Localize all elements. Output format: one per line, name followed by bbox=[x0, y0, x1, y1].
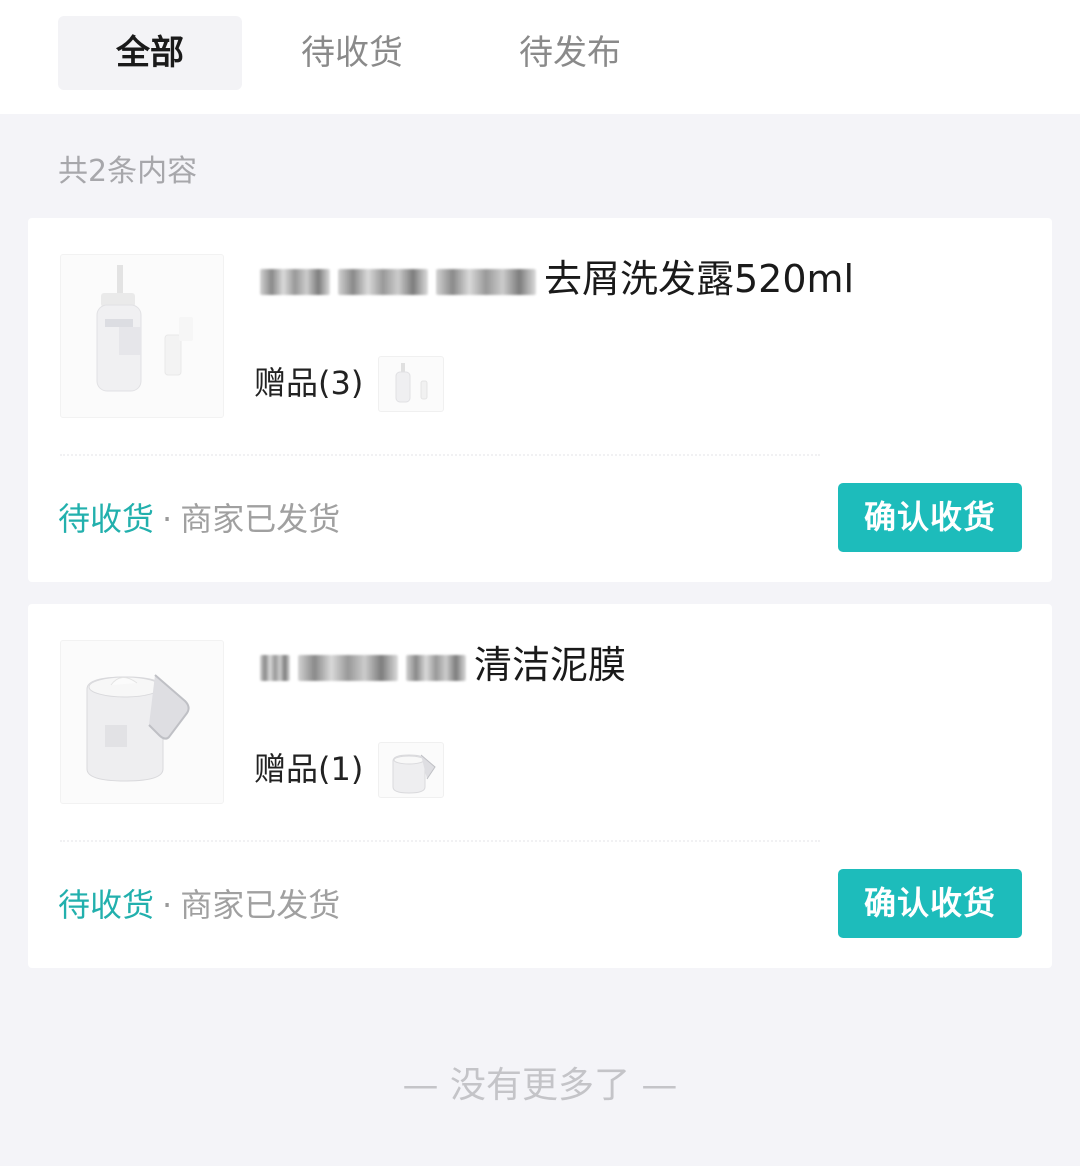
shampoo-bottle-icon bbox=[96, 265, 193, 392]
status-detail: 商家已发货 bbox=[180, 500, 341, 538]
redacted-text bbox=[406, 654, 466, 681]
gift-label: 赠品(1) bbox=[254, 750, 364, 788]
product-image[interactable] bbox=[60, 254, 224, 418]
confirm-receipt-button[interactable]: 确认收货 bbox=[838, 483, 1022, 552]
order-status: 待收货 · 商家已发货 bbox=[58, 494, 340, 544]
redacted-text bbox=[436, 268, 536, 295]
gift-jar-icon bbox=[392, 754, 436, 794]
order-card[interactable]: 去屑洗发露520ml 赠品(3) 待收货 · 商家已发货 确认收货 bbox=[28, 218, 1052, 582]
redacted-text bbox=[260, 654, 290, 681]
redacted-text bbox=[338, 268, 428, 295]
tab-pending-publish[interactable]: 待发布 bbox=[480, 16, 660, 90]
gift-label: 赠品(3) bbox=[254, 364, 364, 402]
content-count: 共2条内容 bbox=[58, 154, 198, 189]
product-title-text: 清洁泥膜 bbox=[474, 643, 627, 687]
status-label: 待收货 bbox=[58, 500, 155, 538]
gift-bottle-icon bbox=[395, 363, 428, 403]
product-title[interactable]: 清洁泥膜 bbox=[260, 638, 1020, 692]
redacted-text bbox=[298, 654, 398, 681]
status-separator: · bbox=[162, 886, 173, 924]
product-image[interactable] bbox=[60, 640, 224, 804]
gift-image[interactable] bbox=[378, 742, 444, 798]
divider bbox=[60, 454, 820, 456]
order-card[interactable]: 清洁泥膜 赠品(1) 待收货 · 商家已发货 确认收货 bbox=[28, 604, 1052, 968]
status-separator: · bbox=[162, 500, 173, 538]
product-title-text: 去屑洗发露520ml bbox=[544, 257, 855, 301]
confirm-receipt-button[interactable]: 确认收货 bbox=[838, 869, 1022, 938]
filter-tabs: 全部 待收货 待发布 bbox=[0, 0, 1080, 114]
redacted-text bbox=[260, 268, 330, 295]
status-label: 待收货 bbox=[58, 886, 155, 924]
divider bbox=[60, 840, 820, 842]
gift-image[interactable] bbox=[378, 356, 444, 412]
order-status: 待收货 · 商家已发货 bbox=[58, 880, 340, 930]
tab-pending-receipt[interactable]: 待收货 bbox=[262, 16, 442, 90]
cream-jar-icon bbox=[86, 674, 190, 782]
end-of-list-text: — 没有更多了 — bbox=[402, 1065, 678, 1106]
status-detail: 商家已发货 bbox=[180, 886, 341, 924]
tab-all[interactable]: 全部 bbox=[58, 16, 242, 90]
product-title[interactable]: 去屑洗发露520ml bbox=[260, 252, 1020, 306]
